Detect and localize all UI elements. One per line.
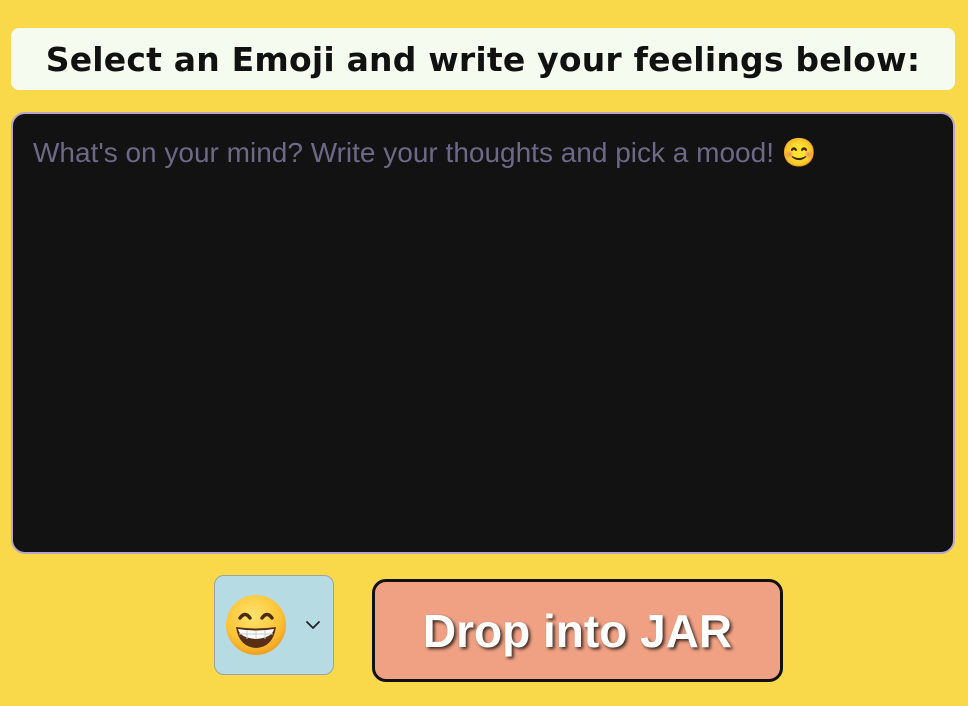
grinning-face-with-smiling-eyes-icon <box>226 595 286 655</box>
drop-into-jar-button[interactable]: Drop into JAR <box>372 579 783 682</box>
chevron-down-icon <box>306 621 320 629</box>
page-title: Select an Emoji and write your feelings … <box>45 39 921 79</box>
journal-area <box>11 112 955 554</box>
feelings-textarea[interactable] <box>11 112 955 554</box>
heading-banner: Select an Emoji and write your feelings … <box>11 28 955 90</box>
mood-emoji-select[interactable] <box>214 575 334 675</box>
